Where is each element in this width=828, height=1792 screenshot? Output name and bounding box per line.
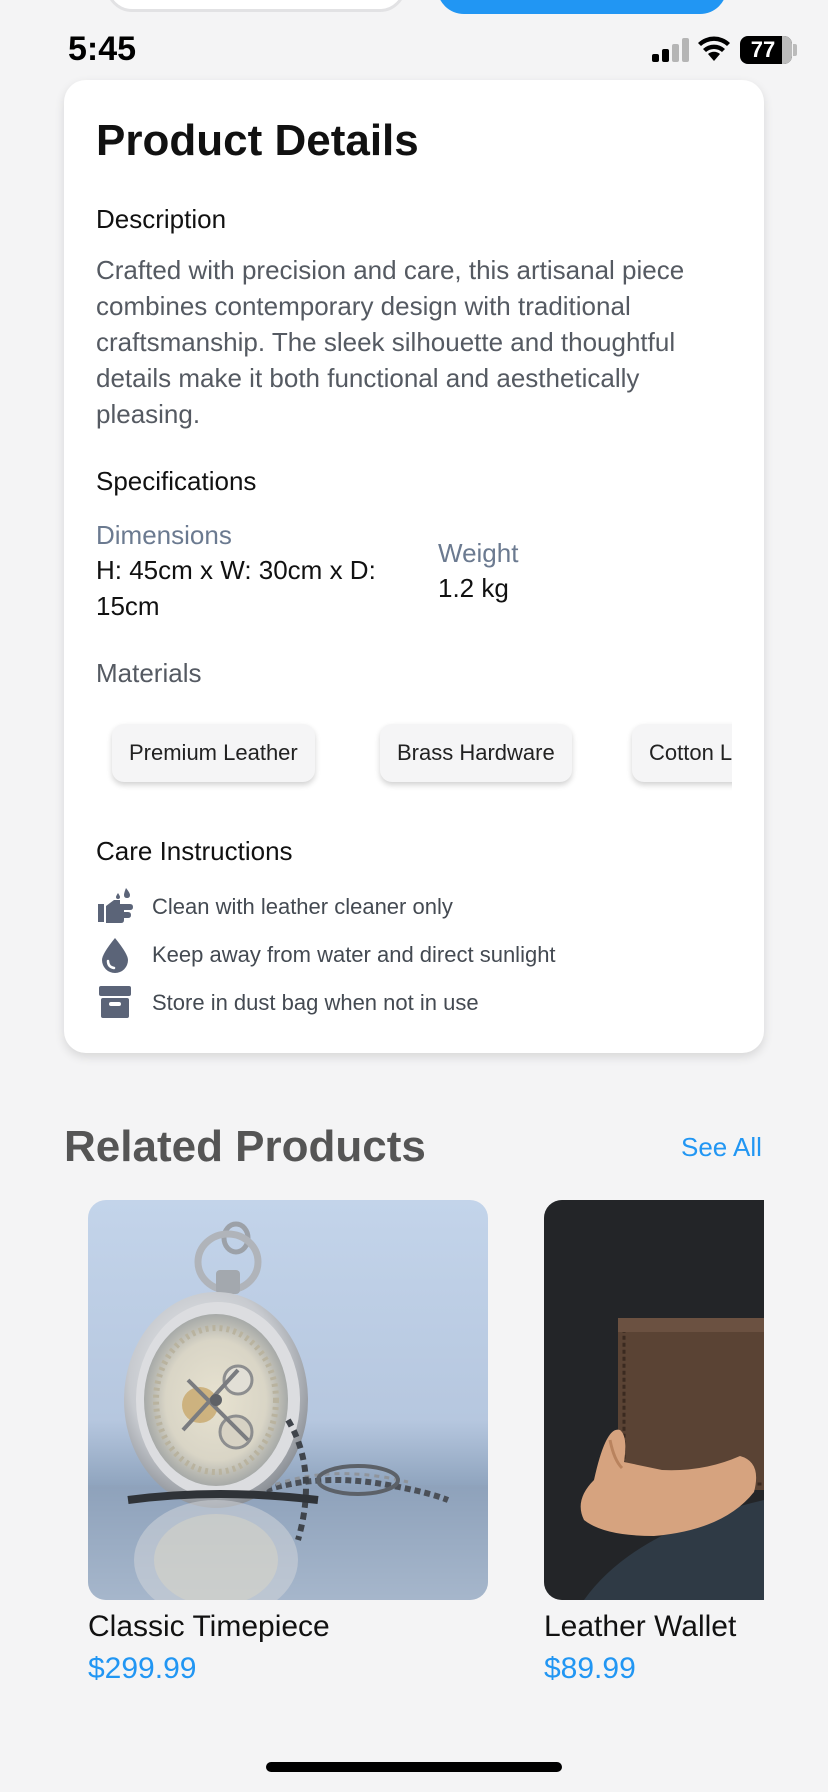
product-image-pocket-watch[interactable] [88, 1200, 488, 1600]
status-time: 5:45 [68, 30, 137, 68]
care-item-text: Store in dust bag when not in use [152, 990, 479, 1015]
battery-icon: 77 [740, 36, 792, 64]
cellular-signal-icon [652, 38, 690, 62]
care-item-text: Keep away from water and direct sunlight [152, 942, 556, 967]
status-bar: 5:45 77 [0, 0, 828, 80]
specifications-heading: Specifications [96, 466, 257, 496]
see-all-link[interactable]: See All [681, 1132, 762, 1163]
product-name: Classic Timepiece [88, 1610, 330, 1643]
home-indicator[interactable] [266, 1762, 562, 1772]
dimensions-label: Dimensions [96, 520, 232, 550]
description-text: Crafted with precision and care, this ar… [96, 255, 685, 429]
material-chip[interactable]: Premium Leather [112, 724, 315, 782]
page-title: Product Details [96, 116, 419, 165]
hand-wash-icon [98, 888, 133, 923]
battery-cap [793, 44, 797, 56]
weight-value: 1.2 kg [438, 573, 509, 603]
material-chip[interactable]: Cotton Lining [632, 724, 732, 782]
care-instructions-heading: Care Instructions [96, 836, 293, 866]
product-image-leather-wallet[interactable] [544, 1200, 764, 1600]
materials-chip-list[interactable]: Premium Leather Brass Hardware Cotton Li… [96, 710, 732, 800]
product-details-card: Product Details Description Crafted with… [64, 80, 764, 1053]
description-heading: Description [96, 204, 227, 234]
related-products-heading: Related Products [64, 1122, 426, 1171]
material-chip[interactable]: Brass Hardware [380, 724, 572, 782]
wifi-icon [698, 36, 730, 61]
archive-box-icon [99, 986, 131, 1018]
pocket-watch-illustration [88, 1200, 488, 1600]
dimensions-value-line2: 15cm [96, 591, 160, 621]
product-price: $299.99 [88, 1652, 197, 1685]
battery-level: 77 [750, 37, 776, 62]
materials-heading: Materials [96, 658, 202, 688]
dimensions-value-line1: H: 45cm x W: 30cm x D: [96, 555, 376, 585]
product-price: $89.99 [544, 1652, 636, 1685]
water-drop-icon [102, 938, 128, 973]
weight-label: Weight [438, 538, 519, 568]
leather-wallet-illustration [544, 1200, 764, 1600]
product-name: Leather Wallet [544, 1610, 737, 1643]
care-item-text: Clean with leather cleaner only [152, 894, 453, 919]
